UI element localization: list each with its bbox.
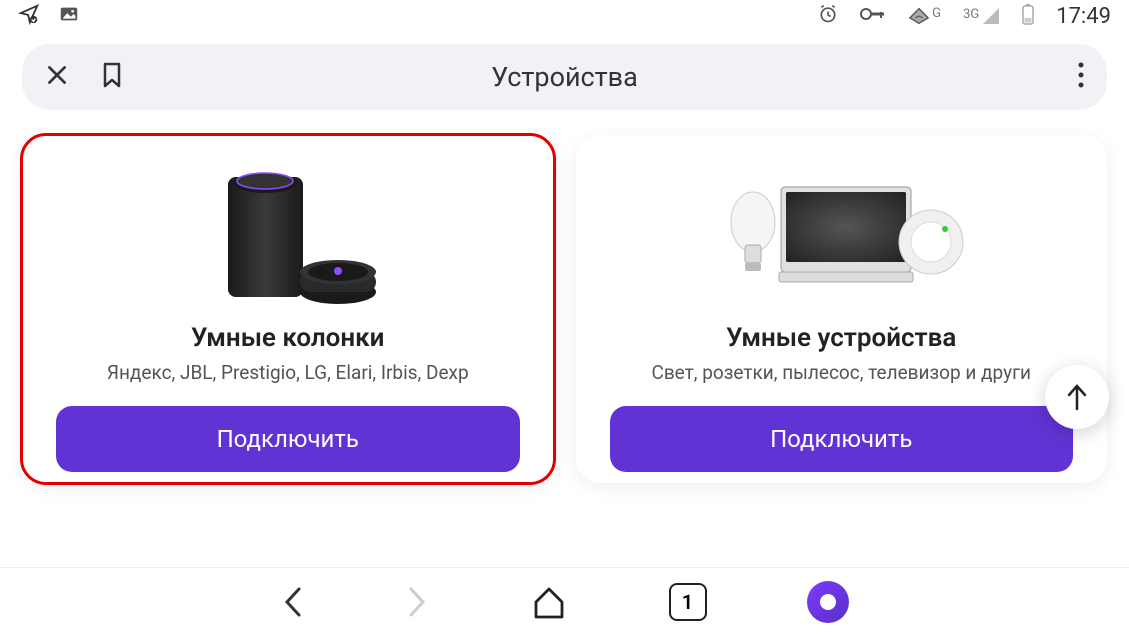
wifi-icon: G: [908, 6, 941, 26]
network-type-1: G: [932, 6, 941, 21]
scroll-to-top-button[interactable]: [1045, 365, 1109, 429]
network-type-2: 3G: [963, 7, 979, 22]
devices-illustration: [610, 157, 1074, 317]
close-icon[interactable]: [44, 62, 70, 92]
alarm-icon: [818, 4, 838, 28]
vpn-key-icon: [860, 6, 886, 26]
status-bar: G 3G 17:49: [0, 0, 1129, 32]
bookmark-icon[interactable]: [100, 61, 124, 93]
nav-tabs-icon[interactable]: 1: [669, 583, 707, 621]
more-menu-icon[interactable]: [1077, 74, 1085, 93]
nav-alisa-icon[interactable]: [807, 581, 849, 623]
nav-back-icon[interactable]: [281, 583, 305, 621]
location-share-icon: [18, 3, 40, 29]
nav-home-icon[interactable]: [529, 582, 569, 622]
clock: 17:49: [1056, 4, 1111, 29]
nav-forward-icon: [405, 583, 429, 621]
connect-button[interactable]: Подключить: [56, 406, 520, 472]
card-title: Умные устройства: [726, 323, 956, 353]
card-subtitle: Яндекс, JBL, Prestigio, LG, Elari, Irbis…: [107, 361, 469, 384]
battery-icon: [1022, 3, 1034, 29]
cellular-icon: 3G: [963, 7, 1000, 25]
image-icon: [58, 3, 80, 29]
header-bar: Устройства: [22, 44, 1107, 110]
tabs-count: 1: [669, 583, 707, 621]
card-smart-devices[interactable]: Умные устройства Свет, розетки, пылесос,…: [576, 135, 1108, 483]
status-bar-right: G 3G 17:49: [818, 3, 1111, 29]
bottom-nav: 1: [0, 567, 1129, 635]
card-title: Умные колонки: [191, 323, 384, 353]
card-smart-speakers[interactable]: Умные колонки Яндекс, JBL, Prestigio, LG…: [22, 135, 554, 483]
page-title: Устройства: [491, 61, 638, 93]
connect-button[interactable]: Подключить: [610, 406, 1074, 472]
status-bar-left: [18, 3, 80, 29]
card-subtitle: Свет, розетки, пылесос, телевизор и друг…: [651, 361, 1031, 384]
content-area: Умные колонки Яндекс, JBL, Prestigio, LG…: [0, 110, 1129, 483]
speakers-illustration: [56, 157, 520, 317]
